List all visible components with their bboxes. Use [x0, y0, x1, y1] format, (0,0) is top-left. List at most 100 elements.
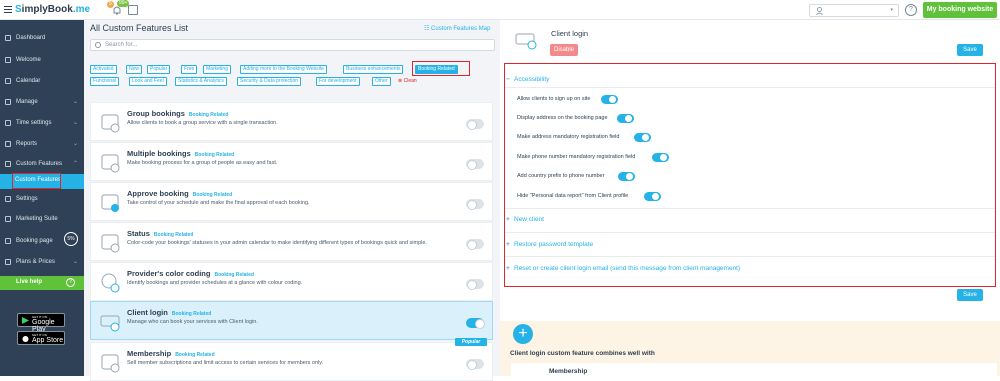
- feature-title: Membership Booking Related: [127, 349, 215, 358]
- tag-marketing[interactable]: Marketing: [203, 65, 231, 74]
- client-login-icon: [515, 33, 537, 50]
- my-booking-website-button[interactable]: My booking website: [923, 2, 997, 18]
- feature-description: Sell member subscriptions and limit acce…: [127, 360, 324, 366]
- tag-activated[interactable]: Activated: [90, 65, 117, 74]
- tag-other[interactable]: Other: [372, 77, 391, 86]
- feature-card[interactable]: Membership Booking Related Sell member su…: [90, 342, 493, 381]
- add-icon[interactable]: +: [513, 324, 533, 344]
- sidebar-item-manage[interactable]: Manage ⌄: [0, 96, 84, 108]
- feature-badge: Booking Related: [171, 311, 212, 317]
- color-coding-icon: [101, 273, 120, 293]
- tag-statistics[interactable]: Statistics & Analytics: [175, 77, 227, 86]
- tag-free[interactable]: Free: [181, 65, 198, 74]
- option-toggle[interactable]: [601, 95, 618, 104]
- app-store-button[interactable]: GET IT ON App Store: [17, 331, 65, 345]
- calendar-icon[interactable]: [128, 5, 138, 15]
- chevron-up-icon: ⌃: [72, 161, 78, 167]
- google-play-icon: [22, 317, 29, 324]
- feature-toggle[interactable]: [466, 199, 484, 210]
- custom-features-map-link[interactable]: ☷ Custom Features Map: [424, 25, 490, 32]
- multiple-bookings-icon: [101, 154, 120, 173]
- sidebar-item-custom-features[interactable]: Custom Features ⌃: [0, 158, 84, 170]
- tag-security[interactable]: Security & Data protection: [237, 77, 302, 86]
- page-icon: [5, 238, 11, 244]
- option-toggle[interactable]: [644, 192, 661, 201]
- feature-toggle[interactable]: [466, 318, 485, 329]
- search-input[interactable]: Search for...: [90, 39, 495, 51]
- live-help-button[interactable]: Live help?: [0, 276, 84, 290]
- feature-badge: Booking Related: [153, 232, 194, 238]
- tag-look-and-feel[interactable]: Look and Feel: [129, 77, 167, 86]
- tag-popular[interactable]: Popular: [147, 65, 171, 74]
- section-accessibility[interactable]: − Accessibility: [506, 76, 549, 83]
- feature-card[interactable]: Status Booking Related Color-code your bo…: [90, 222, 493, 261]
- clean-filters-button[interactable]: ⊗ Clean: [398, 78, 417, 84]
- save-button-bottom[interactable]: Save: [957, 289, 983, 301]
- pencil-icon: [5, 99, 11, 105]
- sidebar-item-marketing-suite[interactable]: Marketing Suite: [0, 213, 84, 225]
- feature-card[interactable]: Multiple bookings Booking Related Make bo…: [90, 142, 493, 181]
- hamburger-menu-icon[interactable]: [4, 5, 12, 14]
- feature-toggle[interactable]: [466, 279, 484, 290]
- sidebar-item-dashboard[interactable]: Dashboard: [0, 32, 84, 44]
- approve-booking-icon: [101, 194, 119, 212]
- feature-badge: Booking Related: [188, 112, 229, 118]
- chevron-down-icon: ⌄: [72, 141, 78, 147]
- feature-card[interactable]: Approve booking Booking Related Take cont…: [90, 182, 493, 221]
- sidebar-item-reports[interactable]: Reports ⌄: [0, 138, 84, 150]
- sidebar-item-time-settings[interactable]: Time settings ⌄: [0, 117, 84, 129]
- save-button-top[interactable]: Save: [957, 44, 983, 56]
- tag-icon: [5, 259, 11, 265]
- tag-new[interactable]: New: [126, 65, 143, 74]
- divider: [505, 256, 995, 257]
- user-select[interactable]: ▾: [809, 4, 899, 17]
- feature-card-selected[interactable]: Client login Booking Related Manage who c…: [90, 301, 493, 340]
- sidebar-item-settings[interactable]: Settings: [0, 193, 84, 205]
- megaphone-icon: [5, 216, 11, 222]
- option-toggle[interactable]: [617, 114, 634, 123]
- feature-title: Group bookings Booking Related: [127, 109, 229, 118]
- tag-for-development[interactable]: For development: [316, 77, 360, 86]
- option-toggle[interactable]: [634, 133, 651, 142]
- option-toggle[interactable]: [652, 153, 669, 162]
- tag-adding-more[interactable]: Adding more to the Booking Website: [240, 65, 328, 74]
- combine-feature-card[interactable]: Membership: [511, 363, 997, 376]
- tag-business-enhancements[interactable]: Business enhancements: [343, 65, 404, 74]
- sidebar-item-plans-prices[interactable]: Plans & Prices ⌄: [0, 256, 84, 268]
- chevron-down-icon: ⌄: [72, 99, 78, 105]
- feature-toggle[interactable]: [466, 159, 484, 170]
- help-icon[interactable]: ?: [905, 4, 917, 16]
- feature-card[interactable]: Provider's color coding Booking Related I…: [90, 262, 493, 301]
- feature-description: Make booking process for a group of peop…: [127, 160, 278, 166]
- plus-icon: +: [506, 216, 510, 223]
- feature-badge: Booking Related: [192, 192, 233, 198]
- feature-toggle[interactable]: [466, 119, 484, 130]
- option-toggle[interactable]: [618, 172, 635, 181]
- highlight-box-tag: [412, 61, 470, 76]
- section-reset-login-email[interactable]: + Reset or create client login email (sen…: [506, 265, 740, 272]
- disable-button[interactable]: Disable: [550, 44, 578, 56]
- section-new-client[interactable]: + New client: [506, 216, 544, 223]
- section-restore-password[interactable]: + Restore password template: [506, 241, 593, 248]
- sidebar-item-calendar[interactable]: Calendar: [0, 75, 84, 87]
- brand-logo[interactable]: SimplyBook.me: [15, 4, 90, 15]
- combines-heading: Client login custom feature combines wel…: [510, 350, 655, 357]
- feature-toggle[interactable]: [466, 239, 484, 250]
- feature-title: Multiple bookings Booking Related: [127, 149, 235, 158]
- page-title: All Custom Features List: [90, 23, 189, 33]
- feature-card[interactable]: Group bookings Booking Related Allow clie…: [90, 102, 493, 141]
- feature-list: Group bookings Booking Related Allow clie…: [90, 102, 493, 381]
- popular-ribbon: Popular: [455, 338, 487, 346]
- tag-functional[interactable]: Functional: [90, 77, 120, 86]
- chevron-down-icon: ⌄: [72, 120, 78, 126]
- google-play-button[interactable]: GET IT ON Google Play: [17, 313, 65, 333]
- chevron-down-icon: ⌄: [72, 259, 78, 265]
- plus-icon: +: [506, 265, 510, 272]
- feature-title: Approve booking Booking Related: [127, 189, 233, 198]
- group-bookings-icon: [101, 114, 120, 133]
- feature-description: Manage who can book your services with C…: [127, 319, 258, 325]
- divider: [505, 208, 995, 209]
- question-icon: ?: [66, 278, 75, 287]
- feature-toggle[interactable]: [466, 359, 484, 370]
- sidebar-item-welcome[interactable]: Welcome: [0, 54, 84, 66]
